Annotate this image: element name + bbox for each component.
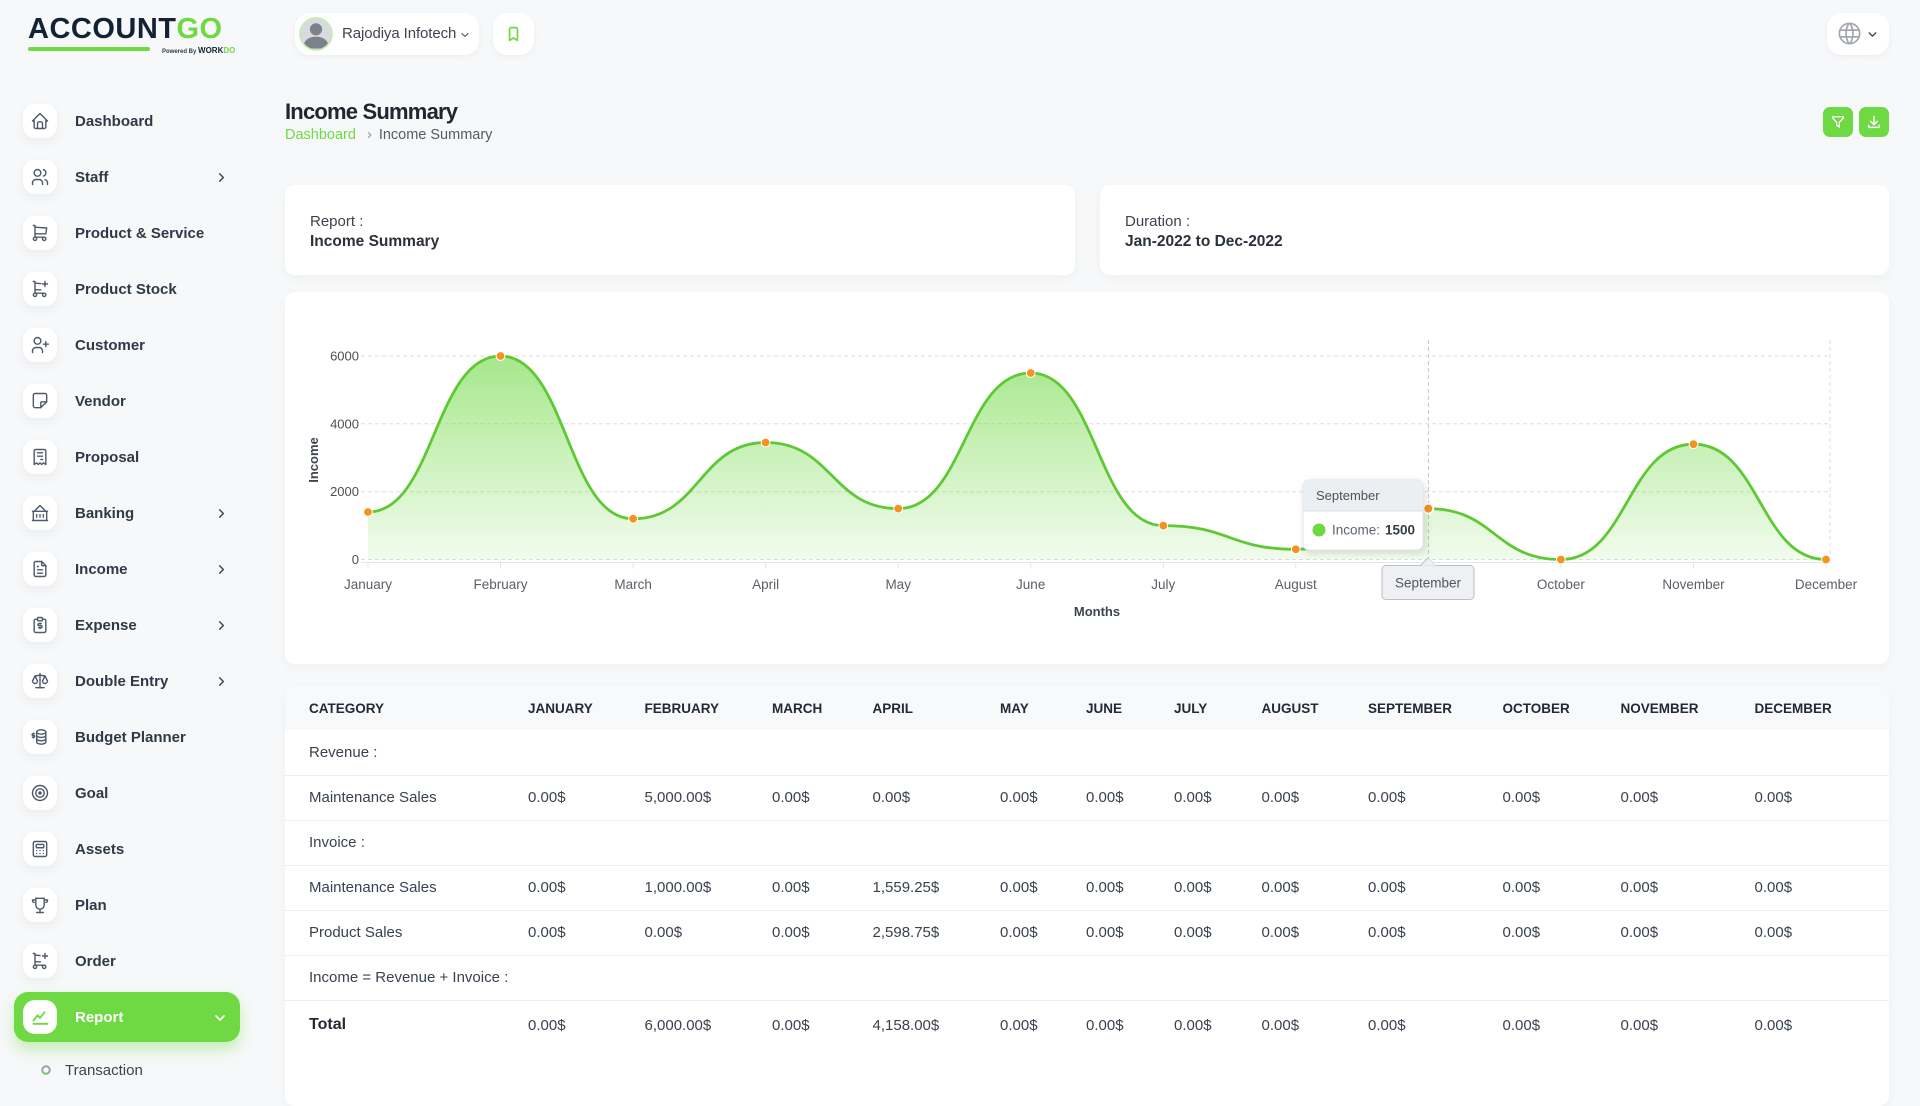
svg-text:November: November: [1662, 577, 1725, 592]
svg-text:July: July: [1151, 577, 1175, 592]
svg-text:2000: 2000: [330, 484, 359, 499]
svg-text:October: October: [1537, 577, 1586, 592]
svg-text:Income:: Income:: [1332, 523, 1380, 538]
svg-text:4000: 4000: [330, 416, 359, 431]
svg-text:January: January: [344, 577, 392, 592]
svg-text:September: September: [1395, 576, 1462, 591]
svg-text:Months: Months: [1074, 604, 1120, 619]
svg-text:April: April: [752, 577, 779, 592]
svg-text:May: May: [885, 577, 911, 592]
svg-text:March: March: [614, 577, 652, 592]
svg-text:September: September: [1316, 488, 1380, 503]
svg-text:December: December: [1795, 577, 1858, 592]
svg-text:0: 0: [352, 552, 359, 567]
svg-text:August: August: [1275, 577, 1317, 592]
svg-text:Income: Income: [306, 437, 321, 483]
svg-text:1500: 1500: [1385, 523, 1415, 538]
svg-text:February: February: [473, 577, 527, 592]
svg-text:June: June: [1016, 577, 1045, 592]
svg-text:6000: 6000: [330, 349, 359, 364]
